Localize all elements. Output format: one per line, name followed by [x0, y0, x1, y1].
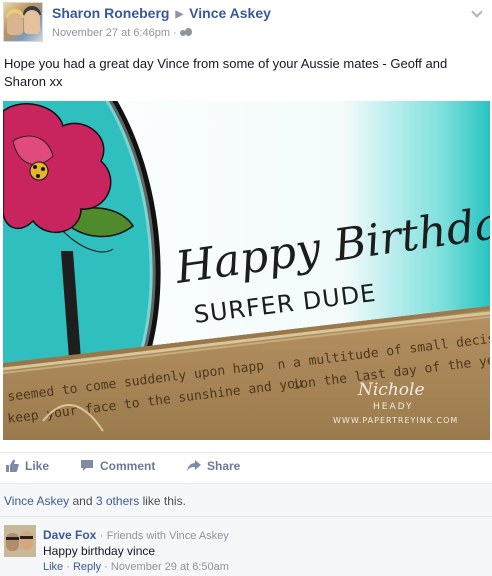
- comment: Dave Fox · Friends with Vince Askey Happ…: [0, 516, 492, 576]
- birthday-card-illustration: Happy Birthday SURFER DUDE seemed to com…: [3, 101, 490, 440]
- post-photo[interactable]: Happy Birthday SURFER DUDE seemed to com…: [3, 101, 490, 440]
- post-text: Hope you had a great day Vince from some…: [4, 56, 448, 89]
- comment-meta: Like · Reply · November 29 at 6:50am: [43, 561, 229, 573]
- comment-icon: [81, 460, 93, 471]
- commenter-name-link[interactable]: Dave Fox: [43, 528, 96, 542]
- thumbs-up-icon: [6, 459, 19, 472]
- likes-suffix: like this.: [142, 494, 186, 508]
- share-button[interactable]: Share: [187, 455, 240, 477]
- share-arrow-icon: [187, 460, 201, 471]
- post-timestamp[interactable]: November 27 at 6:46pm: [52, 27, 170, 39]
- post-options-chevron-icon[interactable]: [470, 6, 484, 20]
- likes-and: and: [72, 494, 93, 508]
- liker-name-link[interactable]: Vince Askey: [4, 494, 69, 508]
- comment-text: Happy birthday vince: [43, 544, 156, 558]
- author-name-link[interactable]: Sharon Roneberg: [52, 5, 169, 21]
- watermark-surname: HEADY: [373, 402, 414, 412]
- comment-header: Dave Fox · Friends with Vince Askey: [43, 528, 229, 542]
- like-label: Like: [25, 459, 50, 473]
- share-label: Share: [207, 459, 241, 473]
- author-avatar[interactable]: [3, 2, 43, 42]
- comment-reply-link[interactable]: Reply: [73, 561, 101, 573]
- likes-text: Vince Askey and 3 others like this.: [4, 494, 186, 508]
- meta-separator: ·: [173, 27, 177, 39]
- post-meta: November 27 at 6:46pm ·: [52, 27, 192, 39]
- divider: [0, 452, 492, 453]
- watermark-site: WWW.PAPERTREYINK.COM: [333, 416, 458, 425]
- comment-like-link[interactable]: Like: [43, 561, 63, 573]
- target-name-link[interactable]: Vince Askey: [189, 5, 271, 21]
- arrow-right-icon: ▶: [175, 9, 184, 20]
- post-names: Sharon Roneberg ▶ Vince Askey: [52, 5, 271, 21]
- comment-timestamp[interactable]: November 29 at 6:50am: [111, 561, 229, 573]
- like-button[interactable]: Like: [5, 455, 49, 477]
- comment-button[interactable]: Comment: [80, 455, 155, 477]
- likes-others-link[interactable]: 3 others: [96, 494, 139, 508]
- watermark-name: Nichole: [357, 380, 425, 400]
- comment-separator: ·: [99, 530, 104, 542]
- commenter-avatar[interactable]: [4, 525, 36, 557]
- post-header: Sharon Roneberg ▶ Vince Askey November 27 …: [0, 0, 492, 48]
- comment-label: Comment: [100, 459, 156, 473]
- likes-summary: Vince Askey and 3 others like this.: [0, 484, 492, 516]
- friends-audience-icon[interactable]: [179, 28, 192, 37]
- post-actions: Like Comment Share: [0, 455, 492, 479]
- commenter-relation: Friends with Vince Askey: [106, 530, 229, 542]
